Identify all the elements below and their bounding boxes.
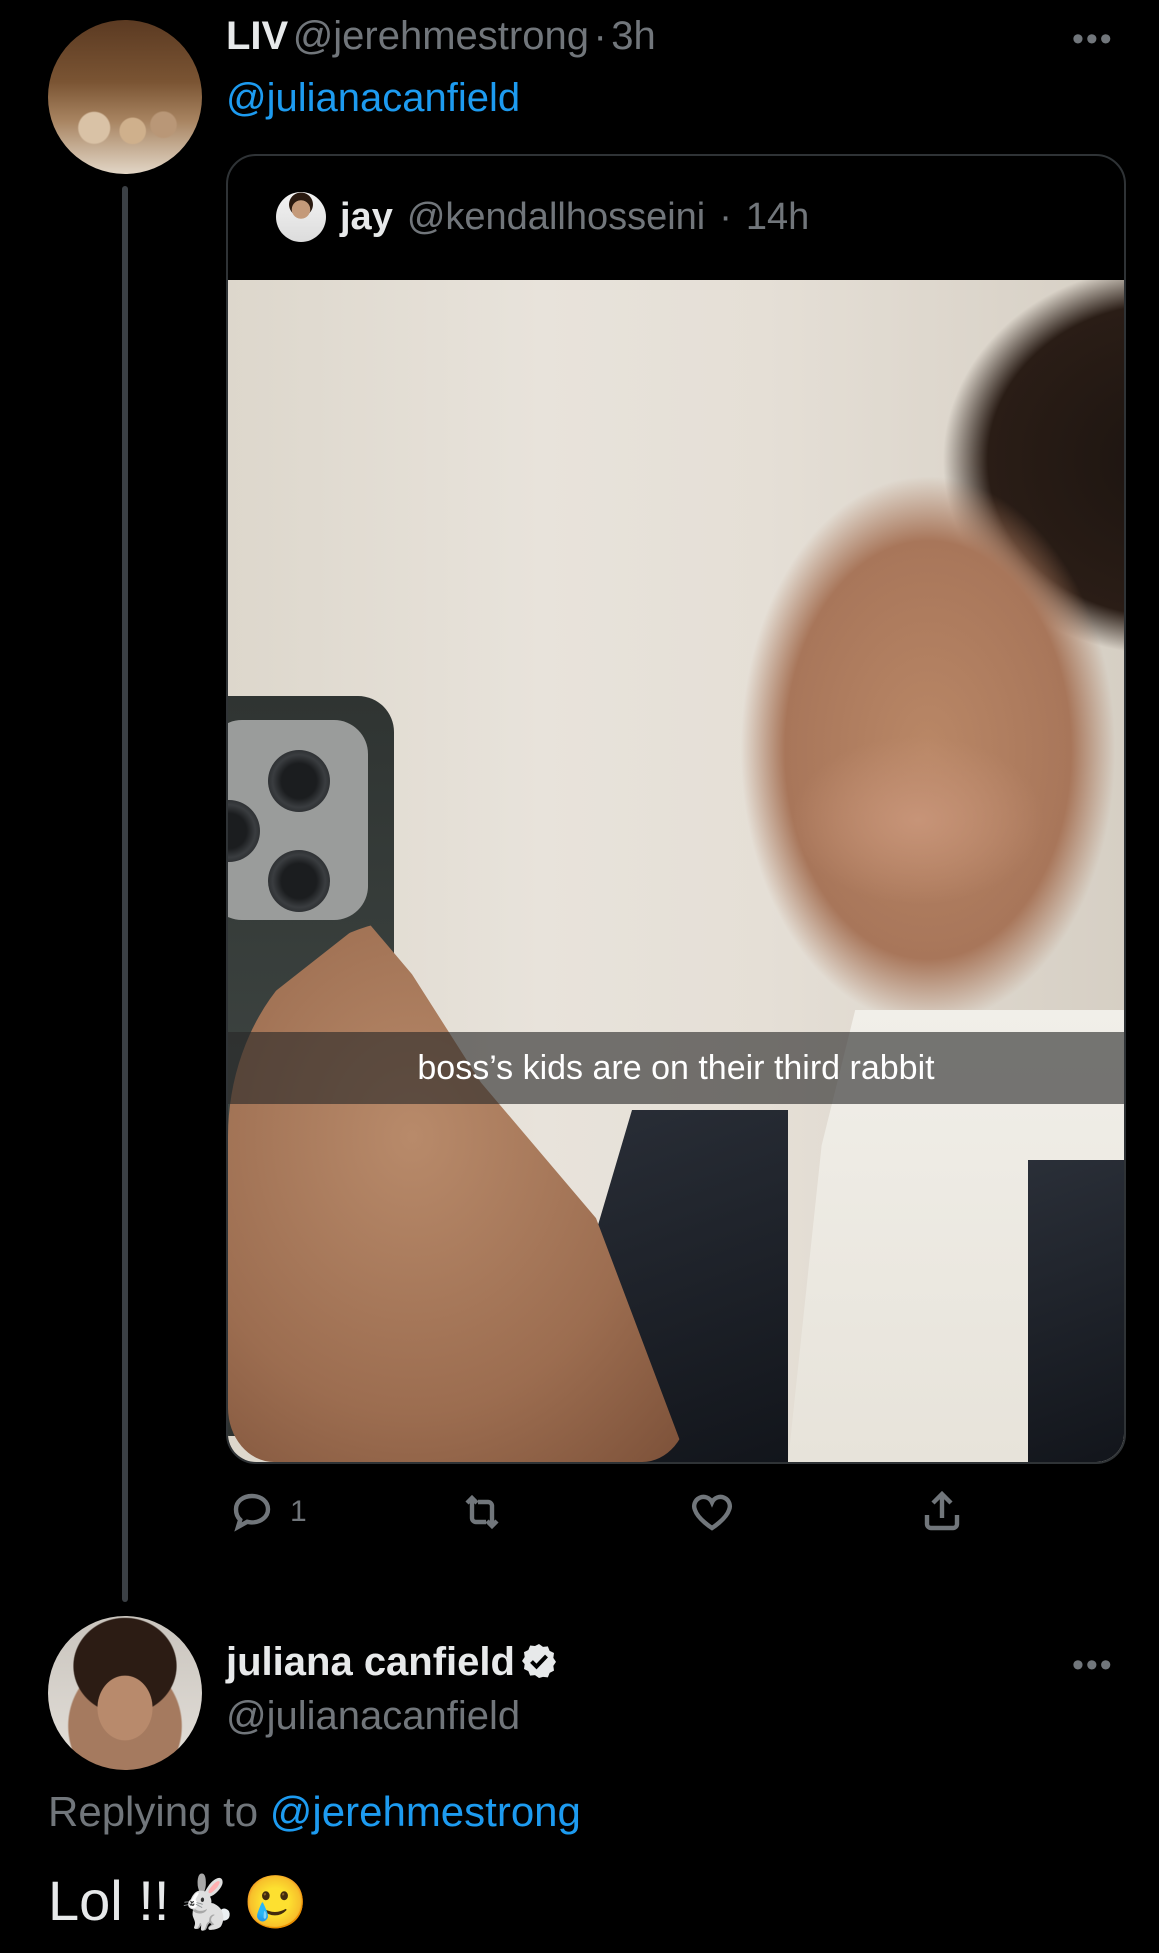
timestamp-jay: 14h	[745, 195, 810, 238]
handle-jay: @kendallhosseini	[406, 195, 706, 238]
avatar-jay	[276, 192, 326, 242]
separator-dot: ·	[593, 14, 607, 58]
more-options-icon[interactable]: •••	[1072, 20, 1114, 59]
photo-caption-band: boss’s kids are on their third rabbit	[228, 1032, 1124, 1104]
thread-connector-line	[122, 186, 128, 1602]
heart-icon	[692, 1494, 732, 1531]
quoted-tweet-photo[interactable]: boss’s kids are on their third rabbit	[228, 280, 1124, 1462]
replying-to-handle[interactable]: @jerehmestrong	[270, 1788, 581, 1835]
photo-camera-bump	[228, 720, 368, 920]
tweet-juliana-body: Lol !! 🐇 🥲	[48, 1868, 308, 1933]
mention-link[interactable]: @julianacanfield	[226, 76, 520, 121]
verified-badge-icon	[522, 1644, 557, 1678]
smiling-tear-emoji: 🥲	[243, 1874, 308, 1932]
replying-to-label: Replying to	[48, 1788, 259, 1835]
tweet-juliana-header: juliana canfield	[226, 1640, 559, 1685]
display-name-liv[interactable]: LIV	[226, 14, 288, 58]
avatar-liv[interactable]	[48, 20, 202, 174]
share-action[interactable]	[918, 1488, 966, 1536]
display-name-jay: jay	[340, 195, 393, 238]
reply-count: 1	[290, 1495, 307, 1528]
photo-jacket-right	[1028, 1160, 1124, 1462]
tweet-liv-header: LIV @jerehmestrong · 3h	[226, 14, 656, 59]
tweet-text: Lol !!	[48, 1869, 170, 1932]
quoted-tweet-header: jay @kendallhosseini · 14h	[276, 192, 809, 242]
reply-action[interactable]: 1	[228, 1488, 307, 1536]
separator-dot: ·	[719, 195, 732, 238]
handle-liv[interactable]: @jerehmestrong	[293, 14, 589, 58]
handle-juliana[interactable]: @julianacanfield	[226, 1694, 520, 1739]
tweet-actions: 1	[226, 1488, 986, 1544]
replying-to-line: Replying to @jerehmestrong	[48, 1788, 581, 1836]
rabbit-emoji: 🐇	[173, 1874, 239, 1932]
timestamp-liv[interactable]: 3h	[611, 14, 656, 58]
share-icon	[924, 1490, 960, 1531]
retweet-action[interactable]	[458, 1488, 506, 1536]
display-name-juliana[interactable]: juliana canfield	[226, 1640, 515, 1684]
retweet-icon	[465, 1494, 499, 1530]
photo-caption: boss’s kids are on their third rabbit	[417, 1048, 935, 1087]
like-action[interactable]	[688, 1488, 736, 1536]
quoted-tweet-card[interactable]: jay @kendallhosseini · 14h boss’s kids a…	[226, 154, 1126, 1464]
avatar-juliana[interactable]	[48, 1616, 202, 1770]
more-options-icon[interactable]: •••	[1072, 1646, 1114, 1685]
comment-icon	[233, 1493, 271, 1532]
